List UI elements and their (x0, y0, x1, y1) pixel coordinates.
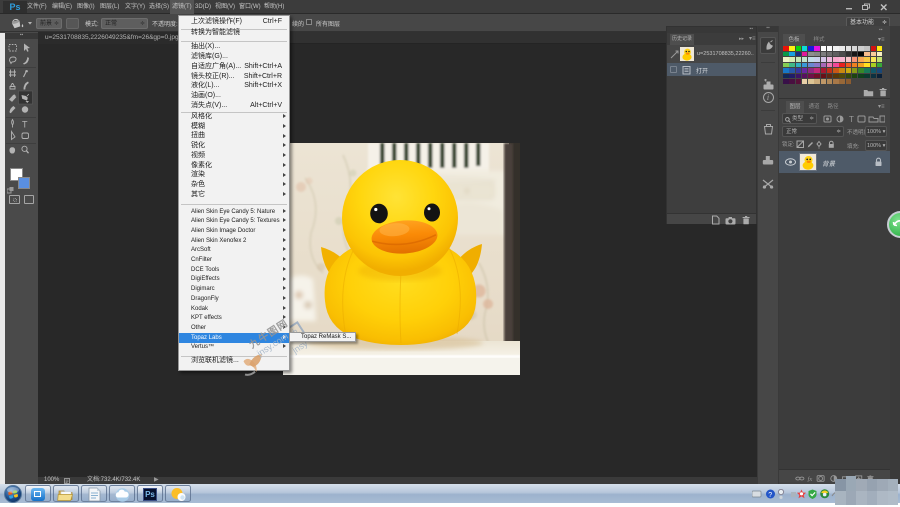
svg-text:fx: fx (808, 476, 813, 482)
svg-text:T: T (22, 120, 28, 130)
svg-text:?: ? (768, 492, 772, 499)
svg-text:T: T (849, 115, 854, 123)
